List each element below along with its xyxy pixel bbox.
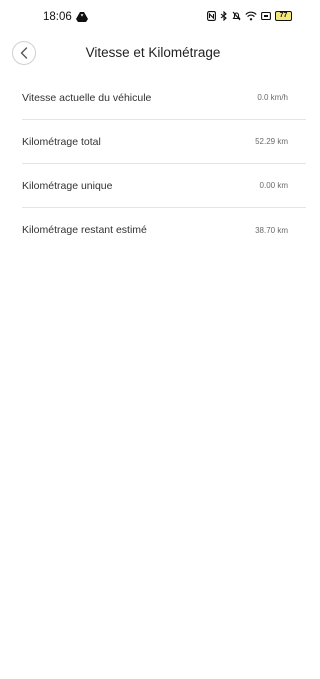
row-label: Kilométrage total bbox=[22, 135, 101, 148]
drive-icon bbox=[76, 12, 88, 22]
cast-icon bbox=[261, 11, 271, 21]
bluetooth-icon bbox=[220, 11, 227, 21]
stats-list: Vitesse actuelle du véhicule 0.0 km/h Ki… bbox=[22, 76, 306, 252]
row-label: Kilométrage restant estimé bbox=[22, 224, 147, 236]
battery-icon: 77 bbox=[275, 11, 292, 21]
row-value: 0.0 km/h bbox=[257, 93, 288, 102]
wifi-icon bbox=[245, 11, 257, 21]
row-label: Kilométrage unique bbox=[22, 179, 113, 192]
alarm-icon bbox=[232, 11, 241, 21]
header: Vitesse et Kilométrage bbox=[0, 36, 306, 72]
page-title: Vitesse et Kilométrage bbox=[85, 45, 221, 60]
status-bar: 18:06 77 bbox=[0, 0, 306, 34]
status-icons: 77 bbox=[207, 11, 292, 21]
row-value: 0.00 km bbox=[259, 181, 288, 190]
row-trip-mileage: Kilométrage unique 0.00 km bbox=[22, 164, 306, 208]
row-total-mileage: Kilométrage total 52.29 km bbox=[22, 120, 306, 164]
row-current-speed: Vitesse actuelle du véhicule 0.0 km/h bbox=[22, 76, 306, 120]
row-label: Vitesse actuelle du véhicule bbox=[22, 91, 152, 104]
row-value: 52.29 km bbox=[255, 137, 288, 146]
status-time: 18:06 bbox=[43, 11, 72, 23]
row-remaining-range: Kilométrage restant estimé 38.70 km bbox=[22, 208, 306, 252]
row-value: 38.70 km bbox=[255, 225, 288, 235]
nfc-icon bbox=[207, 11, 216, 21]
